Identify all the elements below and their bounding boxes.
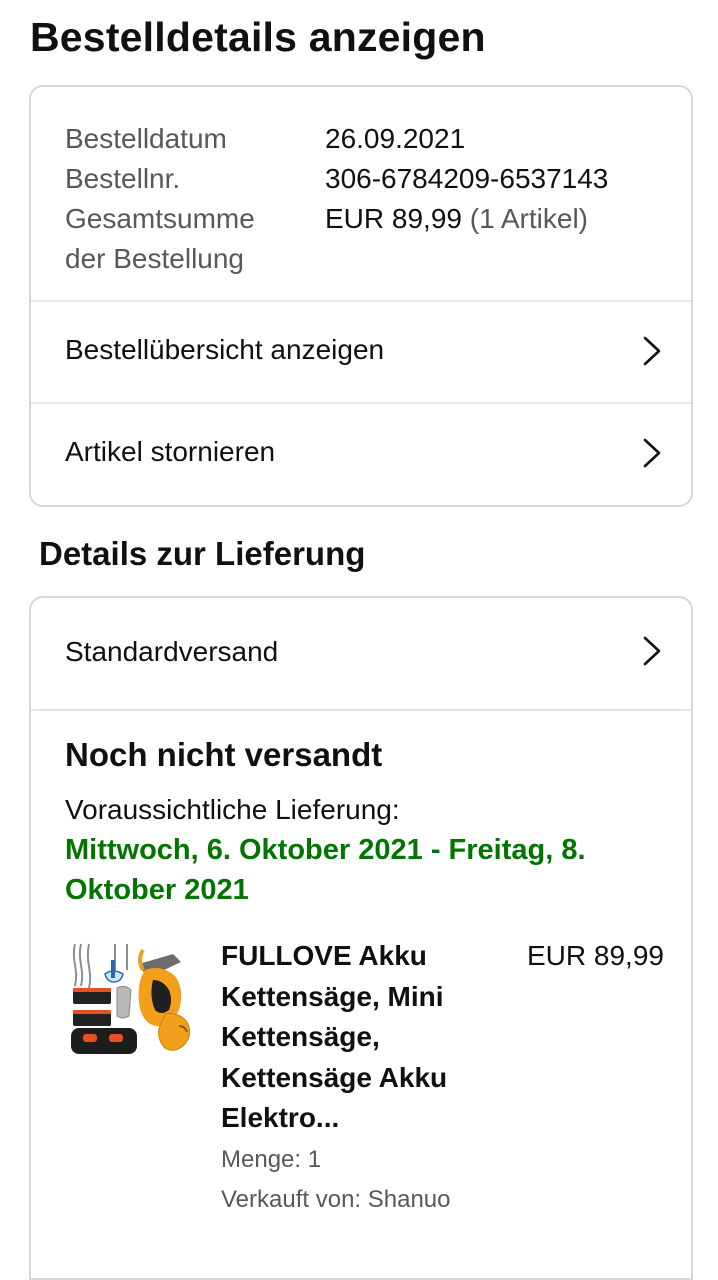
cancel-items-label: Artikel stornieren: [65, 436, 276, 467]
order-date-label: Bestelldatum: [65, 123, 227, 154]
order-number-row: Bestellnr. 306-6784209-6537143: [65, 159, 608, 199]
order-item-count: (1 Artikel): [469, 203, 588, 234]
divider: [31, 709, 691, 711]
shipment-status: Noch nicht versandt: [65, 736, 383, 773]
chevron-right-icon: [643, 636, 661, 666]
delivery-section-title: Details zur Lieferung: [39, 535, 366, 572]
order-date-value: 26.09.2021: [325, 123, 466, 154]
shipping-method-label: Standardversand: [65, 636, 279, 667]
delivery-card: Standardversand Noch nicht versandt Vora…: [29, 596, 693, 1280]
page-title: Bestelldetails anzeigen: [30, 14, 486, 60]
order-date-row: Bestelldatum 26.09.2021: [65, 119, 465, 159]
cancel-items-link[interactable]: Artikel stornieren: [31, 404, 691, 504]
order-total-value: EUR 89,99 (1 Artikel): [325, 199, 588, 239]
order-summary: Bestelldatum 26.09.2021 Bestellnr. 306-6…: [31, 87, 691, 301]
shipping-method-link[interactable]: Standardversand: [31, 598, 691, 710]
order-number-value: 306-6784209-6537143: [325, 163, 609, 194]
estimated-delivery-date: Mittwoch, 6. Oktober 2021 - Freitag, 8. …: [65, 834, 586, 906]
product-title-link[interactable]: FULLOVE Akku Kettensäge, Mini Kettensäge…: [221, 936, 501, 1139]
view-order-summary-label: Bestellübersicht anzeigen: [65, 334, 385, 365]
chevron-right-icon: [643, 438, 661, 468]
estimated-delivery-label: Voraussichtliche Lieferung:: [65, 794, 400, 825]
chevron-right-icon: [643, 336, 661, 366]
product-seller: Verkauft von: Shanuo: [221, 1186, 451, 1213]
order-total-label-line2: der Bestellung: [65, 243, 245, 274]
order-total-label-line1: Gesamtsumme: [65, 203, 255, 234]
order-total-amount: EUR 89,99: [325, 203, 462, 234]
order-total-row: Gesamtsumme der Bestellung EUR 89,99 (1 …: [65, 199, 588, 279]
order-number-label: Bestellnr.: [65, 163, 181, 194]
order-info-card: Bestelldatum 26.09.2021 Bestellnr. 306-6…: [29, 85, 693, 507]
chainsaw-product-image[interactable]: [69, 940, 197, 1060]
product-quantity: Menge: 1: [221, 1146, 322, 1173]
view-order-summary-link[interactable]: Bestellübersicht anzeigen: [31, 302, 691, 402]
order-total-label: Gesamtsumme der Bestellung: [65, 199, 315, 279]
product-price: EUR 89,99: [527, 940, 664, 971]
